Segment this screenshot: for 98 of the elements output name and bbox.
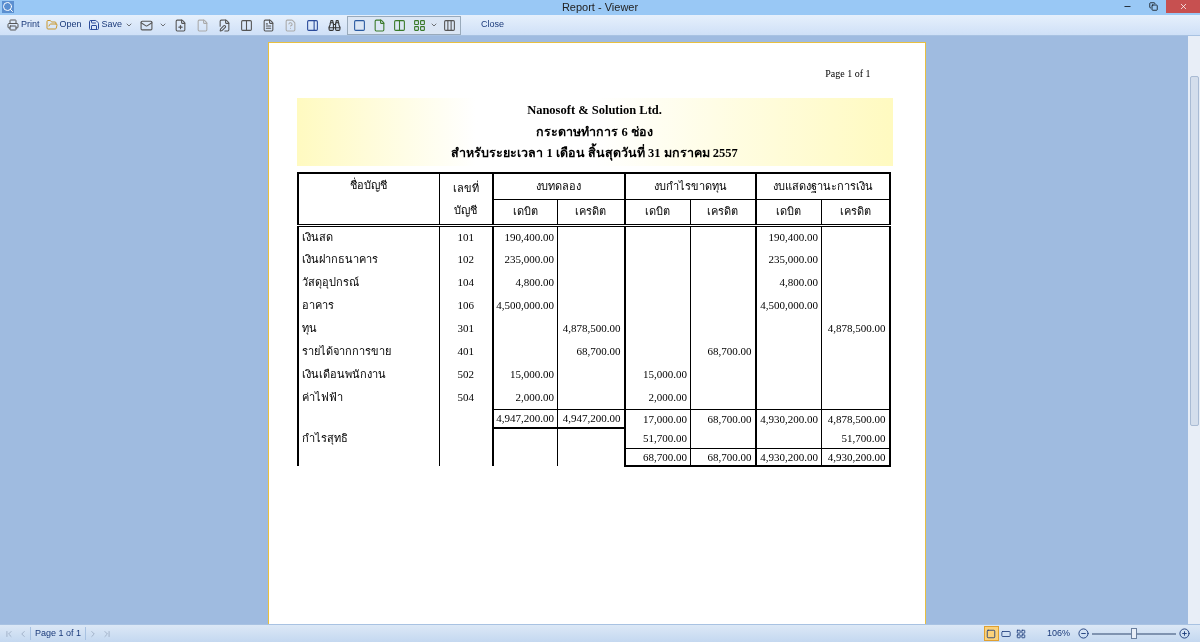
- amount-text: 17,000.00: [643, 412, 687, 425]
- zoom-in-icon[interactable]: [1179, 628, 1190, 639]
- binoculars-icon: [327, 18, 341, 32]
- header-cell: เดบิต: [755, 199, 822, 225]
- account-name: เงินฝากธนาคาร: [297, 248, 440, 271]
- header-cell: งบทดลอง: [492, 173, 625, 199]
- pencil-page-icon: [217, 18, 231, 32]
- amount-text: 2,000.00: [648, 391, 687, 403]
- caret-icon[interactable]: [430, 21, 439, 29]
- zoom-out-icon[interactable]: [1078, 628, 1089, 639]
- header-cell: เลขที่ บัญชี: [439, 173, 493, 225]
- two-pages-icon: [392, 18, 406, 32]
- view-button[interactable]: [983, 626, 999, 641]
- amount-text: 51,700.00: [841, 431, 886, 444]
- view-icon: [1016, 628, 1027, 639]
- amount-text: 68,700.00: [707, 412, 752, 425]
- table-cell: [821, 225, 890, 248]
- header-cell: เครดิต: [557, 199, 625, 225]
- toolbar-button[interactable]: Print: [6, 16, 41, 34]
- amount-text: 4,930,200.00: [760, 412, 818, 425]
- nav-icon: [4, 628, 14, 639]
- printer-icon: [7, 19, 19, 31]
- header-cell: เดบิต: [492, 199, 558, 225]
- toolbar-button[interactable]: Save: [86, 16, 124, 34]
- header-text: สำหรับระยะเวลา 1 เดือน สิ้นสุดวันที่ 31 มกราคม 2557: [451, 144, 738, 164]
- question-page-icon: [283, 18, 297, 32]
- account-number: 502: [439, 363, 493, 386]
- amount-text: 68,700.00: [707, 450, 752, 463]
- account-name: ค่าไฟฟ้า: [297, 386, 440, 409]
- amount-text: 51,700.00: [643, 431, 687, 444]
- header-text: กระดาษทำการ 6 ช่อง: [536, 123, 653, 141]
- amount-text: 4,878,500.00: [562, 322, 621, 335]
- grid-icon: [412, 18, 426, 32]
- header-cell: เครดิต: [690, 199, 756, 225]
- table-cell: [821, 363, 890, 386]
- page-number: Page 1 of 1: [825, 67, 871, 81]
- zoom-level: 106%: [1046, 626, 1070, 640]
- nav-icon: [102, 628, 113, 639]
- amount-text: 4,930,200.00: [760, 450, 818, 463]
- floppy-icon: [87, 19, 100, 31]
- folder-icon: [45, 19, 58, 31]
- amount-text: 4,800.00: [779, 276, 818, 289]
- amount-text: 190,400.00: [504, 231, 554, 243]
- amount-text: 68,700.00: [576, 345, 621, 358]
- account-number: 106: [439, 294, 493, 317]
- account-name: รายได้จากการขาย: [297, 340, 440, 363]
- account-number: 101: [439, 225, 493, 248]
- amount-text: 4,800.00: [515, 276, 554, 289]
- account-name: อาคาร: [297, 294, 440, 317]
- account-name: ทุน: [297, 317, 440, 340]
- view-icon: [986, 628, 997, 639]
- amount-text: 2,000.00: [515, 391, 554, 403]
- table-cell: [821, 271, 890, 294]
- page-indicator: Page 1 of 1: [30, 626, 87, 641]
- account-number: 301: [439, 317, 493, 340]
- nav-icon: [18, 628, 28, 639]
- panel-icon: [305, 18, 319, 32]
- header-cell: ชื่อบัญชี: [297, 173, 440, 225]
- amount-text: 235,000.00: [504, 253, 554, 266]
- amount-text: 235,000.00: [768, 253, 818, 266]
- amount-text: 68,700.00: [643, 450, 687, 463]
- amount-text: 190,400.00: [768, 231, 818, 243]
- table-cell: [821, 248, 890, 271]
- account-name: เงินเดือนพนักงาน: [297, 363, 440, 386]
- window-title: Report - Viewer: [561, 0, 639, 16]
- account-number: 504: [439, 386, 493, 409]
- close-toolbar-button[interactable]: Close: [479, 16, 507, 34]
- account-number: 102: [439, 248, 493, 271]
- caret-icon[interactable]: [125, 21, 134, 29]
- columns-icon: [239, 18, 253, 32]
- zoom-slider[interactable]: [1092, 628, 1176, 639]
- app-icon: [2, 1, 14, 13]
- account-number: 401: [439, 340, 493, 363]
- header-cell: เครดิต: [821, 199, 890, 225]
- toolbar-button[interactable]: Open: [44, 16, 83, 34]
- amount-text: 15,000.00: [510, 368, 554, 381]
- view-icon: [1001, 628, 1012, 639]
- header-cell: งบกำไรขาดทุน: [624, 173, 756, 199]
- caret-icon[interactable]: [159, 21, 168, 29]
- amount-text: 4,878,500.00: [827, 322, 886, 335]
- amount-text: 4,930,200.00: [827, 450, 886, 463]
- amount-text: 4,878,500.00: [827, 412, 886, 425]
- amount-text: 4,500,000.00: [760, 299, 818, 312]
- envelope-icon: [139, 18, 153, 32]
- header-text: Nanosoft & Solution Ltd.: [527, 101, 662, 119]
- amount-text: 4,947,200.00: [562, 412, 621, 424]
- account-name: วัสดุอุปกรณ์: [297, 271, 440, 294]
- amount-text: 4,500,000.00: [496, 299, 554, 312]
- amount-text: 4,947,200.00: [496, 412, 554, 424]
- account-name: เงินสด: [297, 225, 440, 248]
- header-cell: งบแสดงฐานะการเงิน: [755, 173, 890, 199]
- restore-icon: [1148, 2, 1158, 11]
- account-number: 104: [439, 271, 493, 294]
- amount-text: 15,000.00: [643, 368, 687, 381]
- close-icon: [1178, 2, 1188, 11]
- account-name: กำไรสุทธิ: [297, 428, 440, 448]
- amount-text: 68,700.00: [707, 345, 752, 358]
- header-cell: เดบิต: [624, 199, 691, 225]
